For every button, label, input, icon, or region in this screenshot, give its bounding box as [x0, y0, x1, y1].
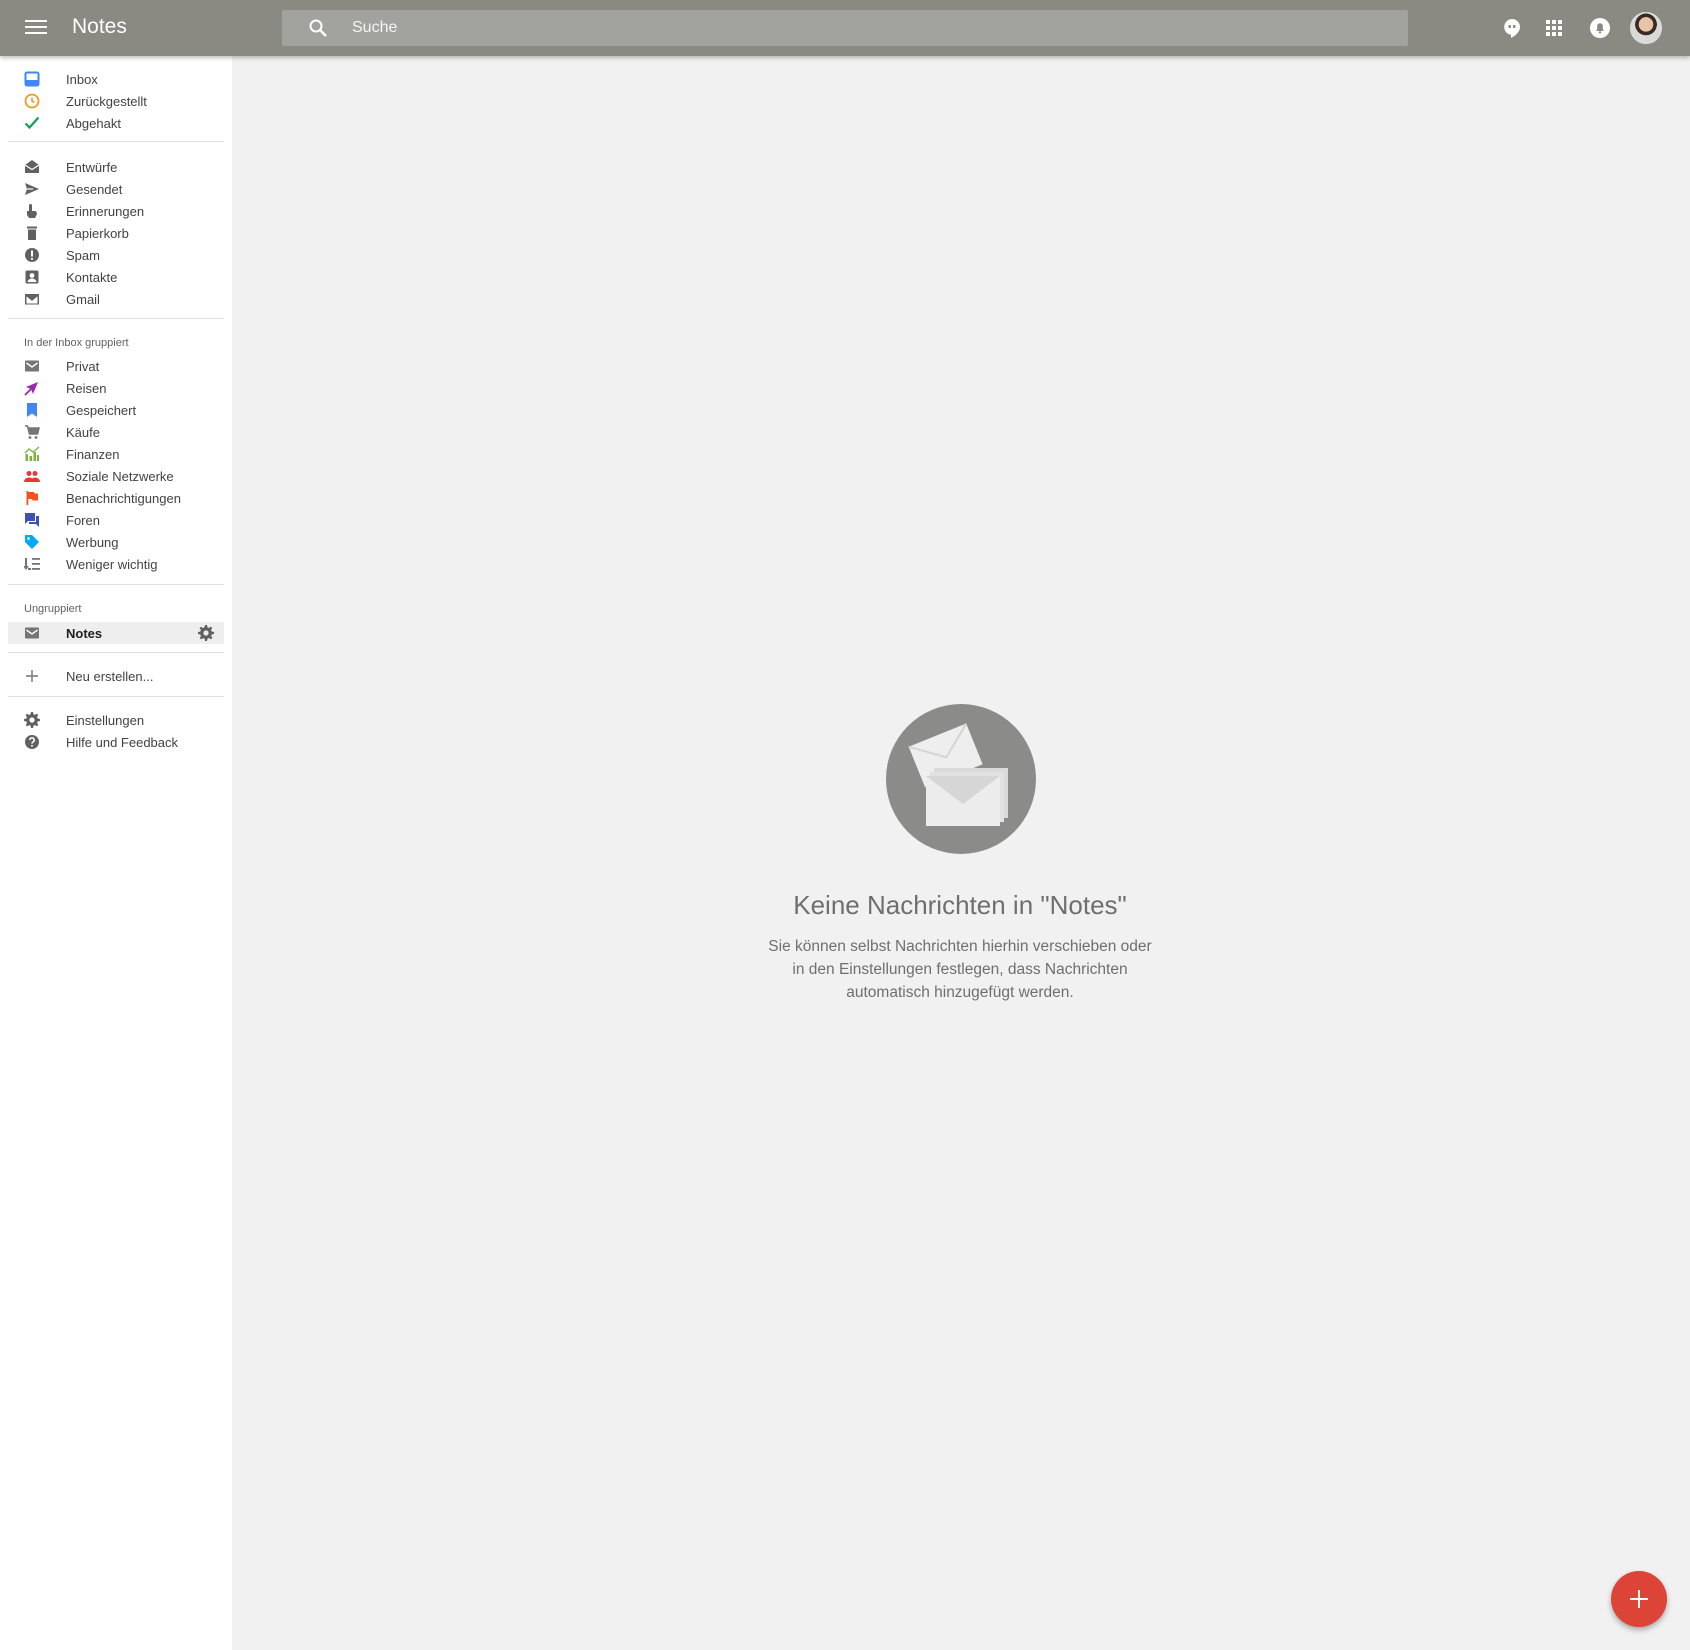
sidebar-item-sent[interactable]: Gesendet — [8, 178, 224, 200]
sidebar-item-privat[interactable]: Privat — [8, 355, 224, 377]
plane-icon — [24, 380, 40, 396]
cart-icon — [24, 424, 41, 440]
divider — [8, 584, 224, 585]
hangouts-icon[interactable] — [1500, 16, 1524, 40]
people-icon — [24, 468, 40, 484]
empty-state-envelope-icon — [886, 704, 1036, 854]
sidebar-item-label: Finanzen — [66, 447, 120, 462]
sidebar-item-notes[interactable]: Notes — [8, 622, 224, 644]
sidebar-item-gmail[interactable]: Gmail — [8, 288, 224, 310]
section-title-grouped: In der Inbox gruppiert — [24, 337, 129, 349]
sidebar-item-kaeufe[interactable]: Käufe — [8, 421, 224, 443]
sidebar-item-inbox[interactable]: Inbox — [8, 68, 224, 90]
empty-state-description: Sie können selbst Nachrichten hierhin ve… — [740, 935, 1180, 1004]
clock-icon — [24, 93, 40, 109]
empty-state-line: automatisch hinzugefügt werden. — [846, 984, 1074, 1001]
sidebar-item-label: Notes — [66, 626, 103, 641]
search-input[interactable] — [352, 10, 1352, 46]
sidebar: Inbox Zurückgestellt Abgehakt Entwürfe G… — [0, 56, 232, 1650]
sidebar-item-trash[interactable]: Papierkorb — [8, 222, 224, 244]
search-bar[interactable] — [282, 10, 1408, 46]
sidebar-item-soziale-netzwerke[interactable]: Soziale Netzwerke — [8, 465, 224, 487]
sidebar-item-foren[interactable]: Foren — [8, 509, 224, 531]
bookmark-icon — [24, 402, 40, 418]
sidebar-item-label: Foren — [66, 513, 100, 528]
low-priority-icon — [23, 556, 40, 572]
create-new-label: Neu erstellen... — [66, 669, 154, 684]
sidebar-item-done[interactable]: Abgehakt — [8, 112, 224, 134]
avatar[interactable] — [1630, 12, 1662, 44]
sidebar-item-label: Privat — [66, 359, 100, 374]
sidebar-item-snoozed[interactable]: Zurückgestellt — [8, 90, 224, 112]
sidebar-item-contacts[interactable]: Kontakte — [8, 266, 224, 288]
sidebar-item-reisen[interactable]: Reisen — [8, 377, 224, 399]
divider — [8, 696, 224, 697]
sidebar-item-label: Weniger wichtig — [66, 557, 158, 572]
sidebar-item-label: Gesendet — [66, 182, 123, 197]
sidebar-item-label: Kontakte — [66, 270, 118, 285]
sidebar-item-label: Spam — [66, 248, 100, 263]
help-icon — [24, 734, 40, 750]
create-new-button[interactable]: Neu erstellen... — [8, 665, 224, 687]
trash-icon — [24, 225, 40, 241]
empty-state-line: in den Einstellungen festlegen, dass Nac… — [792, 961, 1128, 978]
sidebar-item-label: Zurückgestellt — [66, 94, 147, 109]
sidebar-item-weniger-wichtig[interactable]: Weniger wichtig — [8, 553, 224, 575]
plus-icon — [24, 668, 40, 684]
sidebar-item-spam[interactable]: Spam — [8, 244, 224, 266]
sidebar-item-label: Gespeichert — [66, 403, 137, 418]
sidebar-item-drafts[interactable]: Entwürfe — [8, 156, 224, 178]
sidebar-item-label: Abgehakt — [66, 116, 121, 131]
sidebar-item-reminders[interactable]: Erinnerungen — [8, 200, 224, 222]
drafts-icon — [24, 159, 40, 175]
chart-icon — [24, 446, 40, 462]
sidebar-item-help[interactable]: Hilfe und Feedback — [8, 731, 224, 753]
forum-icon — [24, 512, 40, 528]
sidebar-item-label: Entwürfe — [66, 160, 118, 175]
page-title: Notes — [72, 15, 127, 38]
gear-icon — [24, 712, 40, 728]
sidebar-item-label: Soziale Netzwerke — [66, 469, 174, 484]
sidebar-item-label: Reisen — [66, 381, 107, 396]
sidebar-item-label: Inbox — [66, 72, 98, 87]
sidebar-item-settings[interactable]: Einstellungen — [8, 709, 224, 731]
check-icon — [24, 115, 40, 131]
inbox-icon — [24, 71, 40, 87]
sidebar-item-finanzen[interactable]: Finanzen — [8, 443, 224, 465]
sidebar-item-label: Werbung — [66, 535, 119, 550]
divider — [8, 318, 224, 319]
search-icon[interactable] — [308, 18, 328, 43]
spam-icon — [24, 247, 40, 263]
section-title-ungrouped: Ungruppiert — [24, 603, 82, 615]
notifications-icon[interactable] — [1588, 16, 1612, 40]
sidebar-item-label: Gmail — [66, 292, 100, 307]
sidebar-item-label: Benachrichtigungen — [66, 491, 181, 506]
tag-icon — [24, 534, 40, 550]
sidebar-item-label: Käufe — [66, 425, 100, 440]
sidebar-item-label: Papierkorb — [66, 226, 129, 241]
apps-grid-icon[interactable] — [1542, 16, 1566, 40]
hamburger-menu-icon[interactable] — [22, 16, 50, 40]
contacts-icon — [24, 269, 40, 285]
flag-icon — [24, 490, 40, 506]
mail-icon — [24, 358, 40, 374]
mail-icon — [24, 625, 40, 641]
sidebar-item-label: Hilfe und Feedback — [66, 735, 179, 750]
empty-state-line: Sie können selbst Nachrichten hierhin ve… — [768, 938, 1152, 955]
sidebar-item-benachrichtigungen[interactable]: Benachrichtigungen — [8, 487, 224, 509]
sidebar-item-gespeichert[interactable]: Gespeichert — [8, 399, 224, 421]
gear-icon[interactable] — [198, 625, 214, 641]
send-icon — [24, 181, 40, 197]
divider — [8, 652, 224, 653]
divider — [8, 141, 224, 142]
compose-button[interactable] — [1611, 1571, 1667, 1627]
top-app-bar: Notes — [0, 0, 1690, 56]
sidebar-item-werbung[interactable]: Werbung — [8, 531, 224, 553]
empty-state-title: Keine Nachrichten in "Notes" — [793, 890, 1127, 920]
gmail-icon — [24, 291, 40, 307]
sidebar-item-label: Einstellungen — [66, 713, 145, 728]
sidebar-item-label: Erinnerungen — [66, 204, 145, 219]
reminder-icon — [24, 203, 40, 219]
